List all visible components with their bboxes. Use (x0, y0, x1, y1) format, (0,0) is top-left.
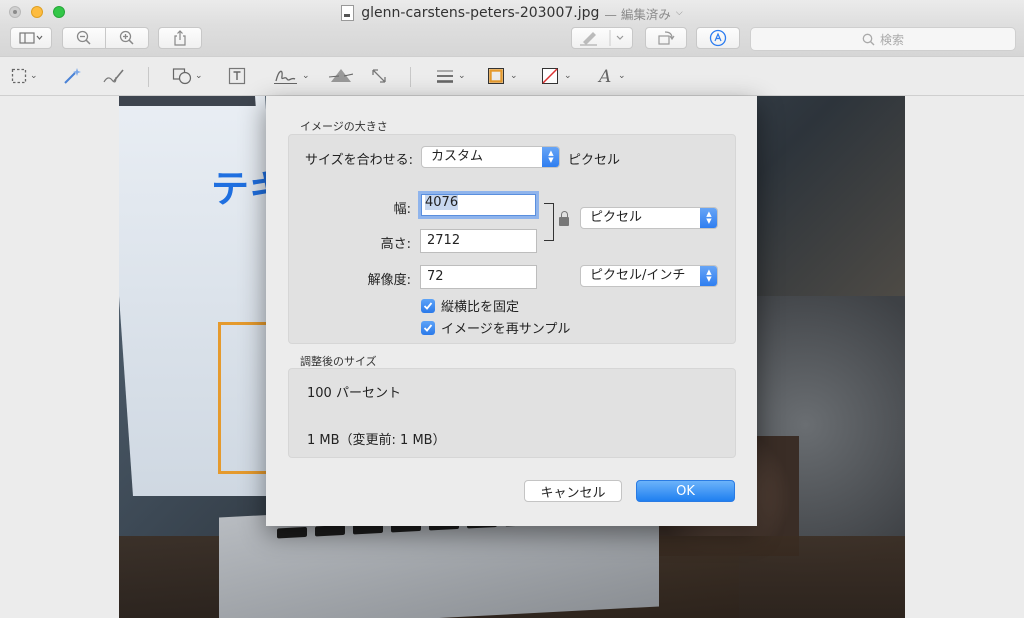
window-title[interactable]: glenn-carstens-peters-203007.jpg — 編集済み … (0, 0, 1024, 26)
toolbar-divider (410, 67, 411, 87)
document-icon (341, 5, 355, 21)
shapes-icon (172, 68, 192, 85)
rotate-button[interactable] (645, 27, 687, 49)
image-screen-menubar (119, 96, 256, 106)
fit-into-unit-label: ピクセル (568, 153, 621, 168)
border-color-icon (488, 68, 504, 84)
svg-text:A: A (597, 67, 611, 85)
selection-tool[interactable]: ⌄ (11, 65, 38, 87)
sketch-pen-icon (103, 69, 124, 83)
resulting-size-section-title: 調整後のサイズ (300, 355, 377, 368)
zoom-in-icon (119, 30, 134, 45)
share-button[interactable] (158, 27, 202, 49)
image-orange-outline (218, 322, 269, 474)
image-size-group: サイズを合わせる: カスタム ▲ ▼ ピクセル 幅: 4076 高さ: 2712 … (288, 134, 736, 344)
sketch-tool[interactable] (102, 65, 126, 87)
width-value: 4076 (425, 195, 459, 210)
zoom-out-button[interactable] (62, 27, 106, 49)
text-box-icon (228, 67, 246, 85)
resulting-percent: 100 パーセント (307, 386, 401, 401)
resolution-unit-popup[interactable]: ピクセル/インチ ▲ ▼ (580, 265, 718, 287)
sidebar-icon (19, 32, 43, 44)
prism-icon (329, 69, 353, 82)
resulting-file-size: 1 MB（変更前: 1 MB） (307, 433, 446, 448)
checkmark-icon (421, 298, 435, 313)
search-icon (862, 33, 875, 45)
adjust-size-tool[interactable] (370, 65, 388, 87)
no-fill-icon (542, 68, 558, 84)
resize-arrows-icon (372, 69, 386, 83)
highlighter-icon (580, 30, 624, 46)
scale-proportionally-label: 縦横比を固定 (441, 300, 520, 315)
main-toolbar: 検索 (0, 26, 1024, 56)
resample-label: イメージを再サンプル (441, 322, 571, 337)
rotate-icon (658, 31, 675, 45)
dimension-unit-value: ピクセル (590, 210, 643, 225)
dimension-unit-popup[interactable]: ピクセル ▲ ▼ (580, 207, 718, 229)
fit-into-value: カスタム (431, 149, 484, 164)
image-size-section-title: イメージの大きさ (300, 120, 388, 133)
resample-checkbox[interactable]: イメージを再サンプル (421, 318, 570, 337)
window-edit-status: — 編集済み (604, 6, 671, 22)
adjust-color-tool[interactable] (329, 65, 353, 87)
markup-toolbar: ⌄ ⌄ ⌄ ⌄ ⌄ ⌄ A ⌄ (0, 56, 1024, 96)
share-icon (174, 30, 186, 46)
resolution-field[interactable]: 72 (420, 265, 537, 289)
fit-into-popup[interactable]: カスタム ▲ ▼ (421, 146, 560, 168)
popup-arrows-icon: ▲ ▼ (542, 147, 559, 167)
cancel-button[interactable]: キャンセル (524, 480, 622, 502)
aspect-link-bracket (544, 203, 554, 241)
popup-arrows-icon: ▲ ▼ (700, 266, 717, 286)
checkmark-icon (421, 320, 435, 335)
height-value: 2712 (427, 233, 461, 248)
height-field[interactable]: 2712 (420, 229, 537, 253)
resulting-size-group: 100 パーセント 1 MB（変更前: 1 MB） (288, 368, 736, 458)
scale-proportionally-checkbox[interactable]: 縦横比を固定 (421, 296, 519, 315)
line-weight-icon (437, 70, 453, 83)
resolution-value: 72 (427, 269, 444, 284)
markup-icon (709, 29, 727, 47)
width-label: 幅: (393, 202, 411, 217)
zoom-out-icon (76, 30, 91, 45)
font-icon: A (597, 67, 611, 85)
adjust-size-dialog: イメージの大きさ サイズを合わせる: カスタム ▲ ▼ ピクセル 幅: 4076 … (266, 96, 757, 526)
text-style-tool[interactable]: A ⌄ (597, 65, 626, 87)
popup-arrows-icon: ▲ ▼ (700, 208, 717, 228)
fill-color-tool[interactable]: ⌄ (541, 65, 572, 87)
width-field[interactable]: 4076 (418, 191, 539, 219)
shapes-tool[interactable]: ⌄ (172, 65, 203, 87)
signature-icon (274, 70, 297, 84)
title-bar: glenn-carstens-peters-203007.jpg — 編集済み … (0, 0, 1024, 26)
fit-into-label: サイズを合わせる: (305, 153, 413, 168)
resolution-unit-value: ピクセル/インチ (590, 268, 686, 283)
sidebar-view-button[interactable] (10, 27, 52, 49)
highlight-button[interactable] (571, 27, 633, 49)
chevron-down-icon: ⌵ (675, 8, 683, 18)
toolbar-divider (148, 67, 149, 87)
ok-button[interactable]: OK (636, 480, 735, 502)
window-filename: glenn-carstens-peters-203007.jpg (361, 5, 600, 21)
height-label: 高さ: (380, 237, 411, 252)
signature-tool[interactable]: ⌄ (273, 65, 310, 87)
magic-wand-icon (64, 68, 81, 84)
zoom-in-button[interactable] (105, 27, 149, 49)
search-placeholder: 検索 (879, 32, 904, 47)
resolution-label: 解像度: (367, 273, 411, 288)
search-field[interactable]: 検索 (750, 27, 1016, 51)
instant-alpha-tool[interactable] (62, 65, 82, 87)
rectangular-selection-icon (11, 68, 27, 84)
lock-icon (559, 211, 569, 226)
markup-toolbar-button[interactable] (696, 27, 740, 49)
text-tool[interactable] (228, 65, 246, 87)
shape-style-tool[interactable]: ⌄ (435, 65, 466, 87)
border-color-tool[interactable]: ⌄ (487, 65, 518, 87)
